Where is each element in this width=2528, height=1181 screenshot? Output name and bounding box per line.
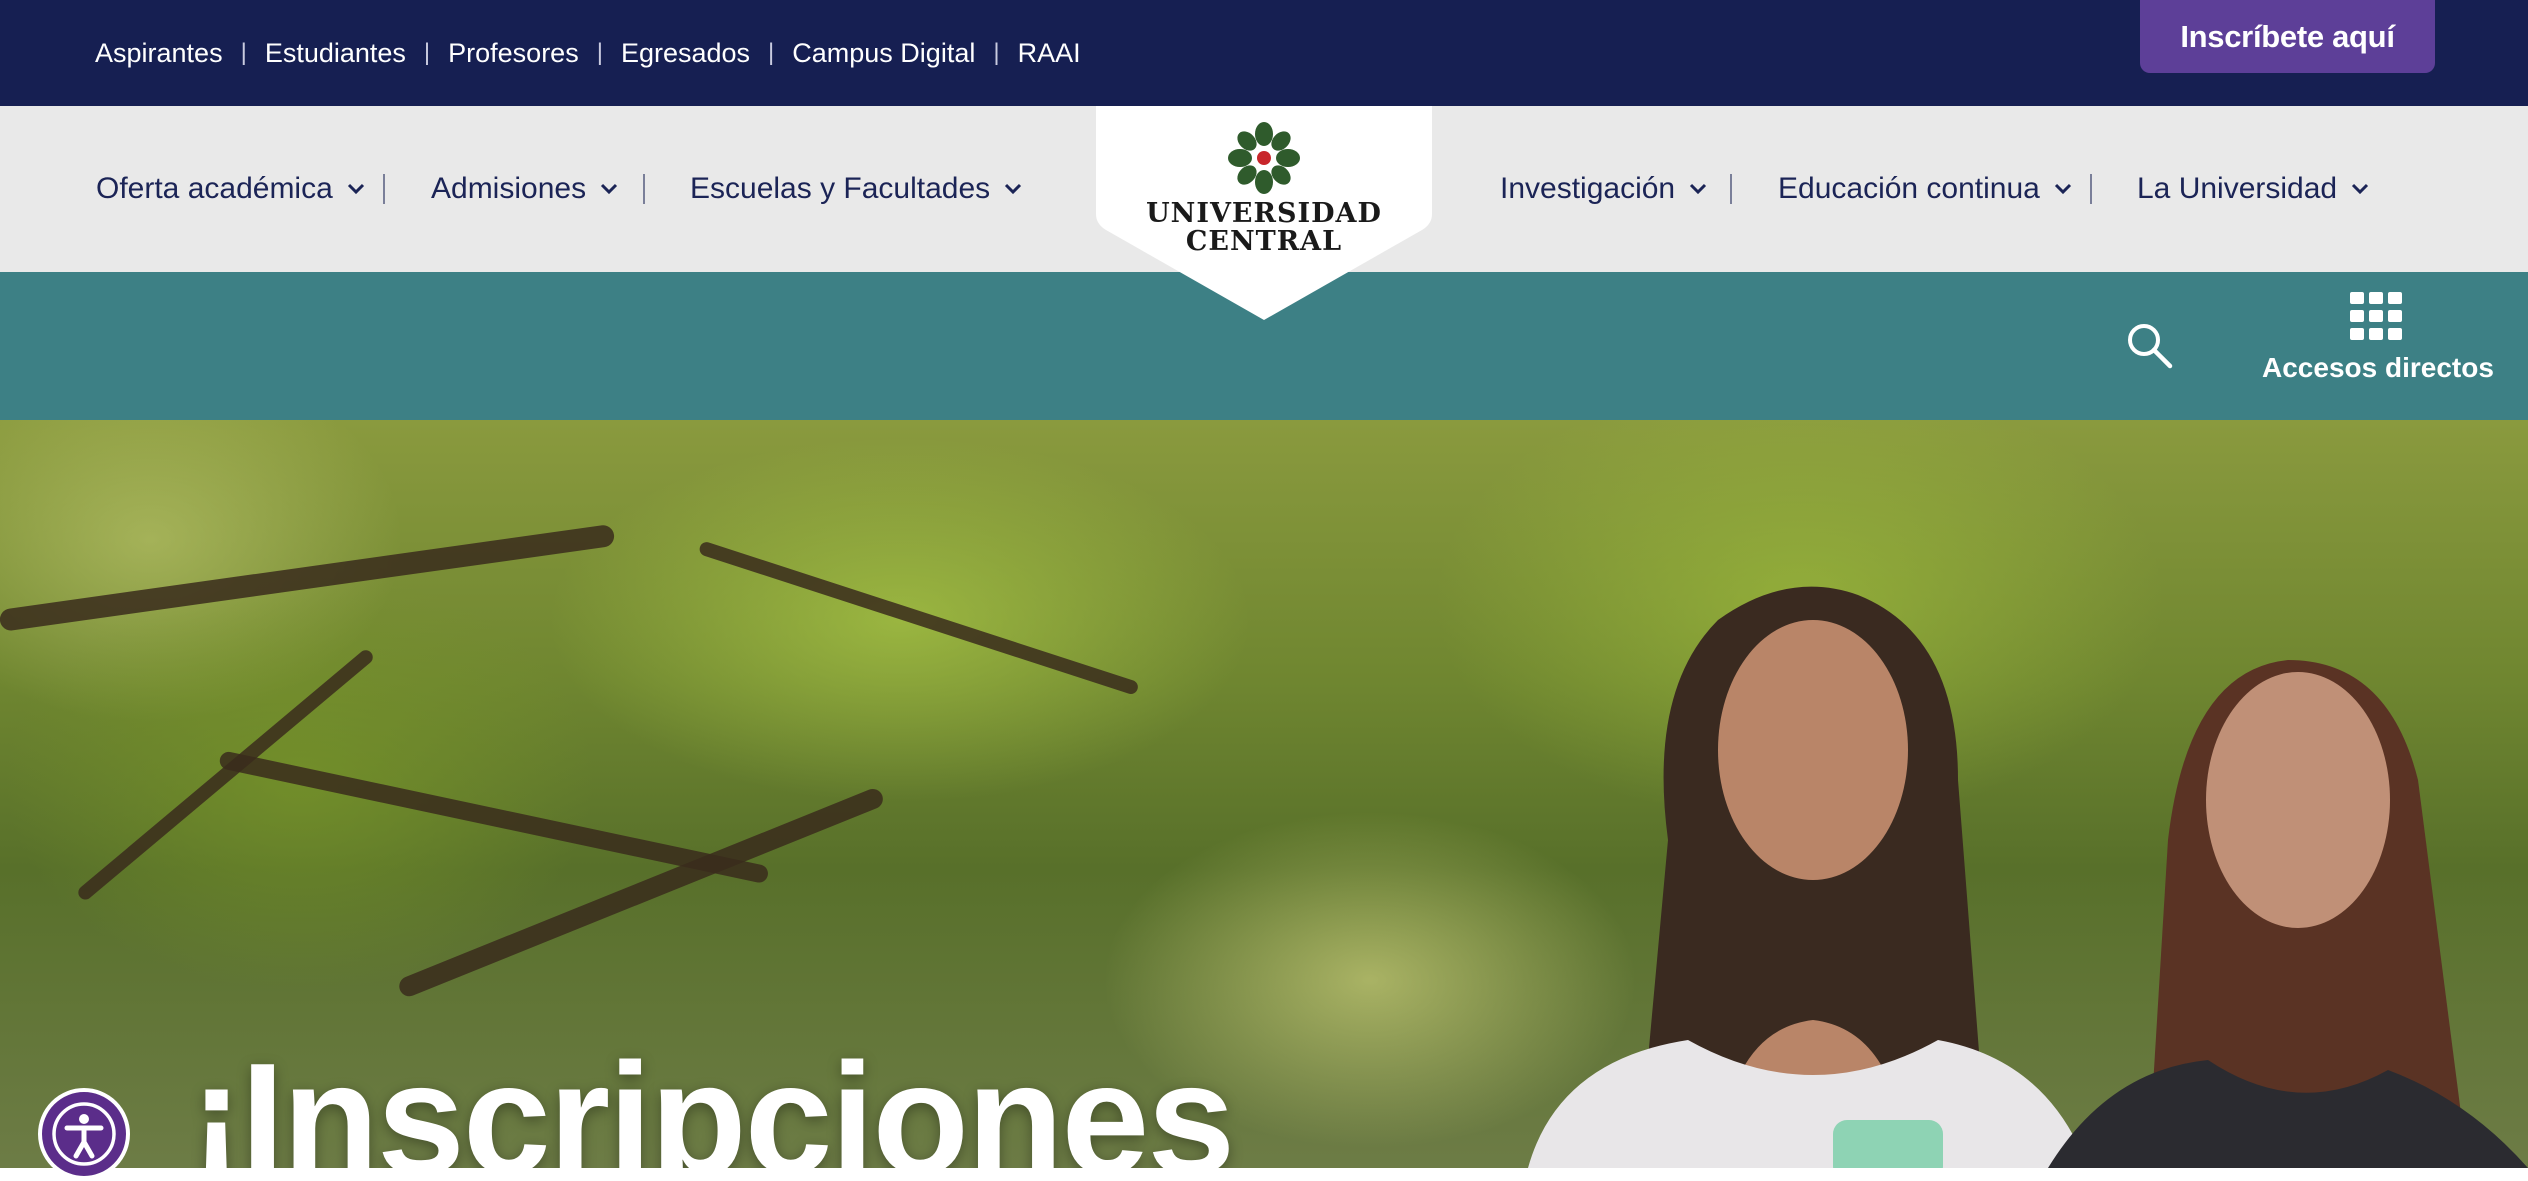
nav-label: Oferta académica	[96, 172, 333, 205]
chevron-down-icon	[2054, 183, 2072, 195]
chevron-down-icon	[1004, 183, 1022, 195]
nav-label: Admisiones	[431, 172, 587, 205]
accessibility-button[interactable]	[38, 1088, 130, 1180]
link-campus-digital[interactable]: Campus Digital	[792, 38, 975, 69]
chevron-down-icon	[347, 183, 365, 195]
search-icon[interactable]	[2124, 320, 2176, 372]
separator: |	[768, 39, 775, 66]
nav-investigacion[interactable]: Investigación	[1500, 106, 1707, 272]
nav-la-universidad[interactable]: La Universidad	[2137, 106, 2369, 272]
accesos-directos-button[interactable]: Accesos directos	[2262, 290, 2494, 398]
nav-educacion-continua[interactable]: Educación continua	[1778, 106, 2072, 272]
nav-escuelas-facultades[interactable]: Escuelas y Facultades	[690, 106, 1022, 272]
students-photo	[1528, 586, 2528, 1168]
chevron-down-icon	[2351, 183, 2369, 195]
nav-label: Educación continua	[1778, 172, 2040, 205]
top-utility-bar: Aspirantes | Estudiantes | Profesores | …	[0, 0, 2528, 106]
logo-wordmark-line2: CENTRAL	[1185, 226, 1343, 257]
separator: |	[596, 39, 603, 66]
chevron-down-icon	[600, 183, 618, 195]
phone-icon	[1833, 1120, 1943, 1168]
flower-emblem-icon	[1228, 122, 1300, 194]
tree-branch	[697, 540, 1140, 696]
nav-divider	[383, 174, 385, 204]
link-profesores[interactable]: Profesores	[448, 38, 579, 69]
nav-divider	[2090, 174, 2092, 204]
nav-label: Investigación	[1500, 172, 1676, 205]
link-raai[interactable]: RAAI	[1018, 38, 1081, 69]
nav-divider	[643, 174, 645, 204]
inscribete-button[interactable]: Inscríbete aquí	[2140, 0, 2435, 73]
separator: |	[423, 39, 431, 66]
accessibility-icon	[52, 1102, 116, 1166]
nav-label: La Universidad	[2137, 172, 2338, 205]
grid-icon	[2350, 292, 2402, 340]
link-estudiantes[interactable]: Estudiantes	[265, 38, 406, 69]
separator: |	[240, 39, 247, 66]
hero-banner: ¡Inscripciones	[0, 420, 2528, 1168]
nav-label: Escuelas y Facultades	[690, 172, 991, 205]
accesos-directos-label: Accesos directos	[2262, 352, 2494, 383]
university-logo[interactable]: UNIVERSIDAD CENTRAL	[1092, 106, 1436, 320]
hero-title: ¡Inscripciones	[190, 1031, 1235, 1168]
nav-admisiones[interactable]: Admisiones	[431, 106, 618, 272]
logo-wordmark-line1: UNIVERSIDAD	[1146, 198, 1382, 229]
chevron-down-icon	[1689, 183, 1707, 195]
link-aspirantes[interactable]: Aspirantes	[95, 38, 223, 69]
tree-branch	[0, 523, 616, 632]
nav-divider	[1730, 174, 1732, 204]
link-egresados[interactable]: Egresados	[621, 38, 750, 69]
nav-oferta-academica[interactable]: Oferta académica	[96, 106, 365, 272]
separator: |	[993, 39, 1000, 66]
audience-links: Aspirantes | Estudiantes | Profesores | …	[95, 0, 1081, 106]
